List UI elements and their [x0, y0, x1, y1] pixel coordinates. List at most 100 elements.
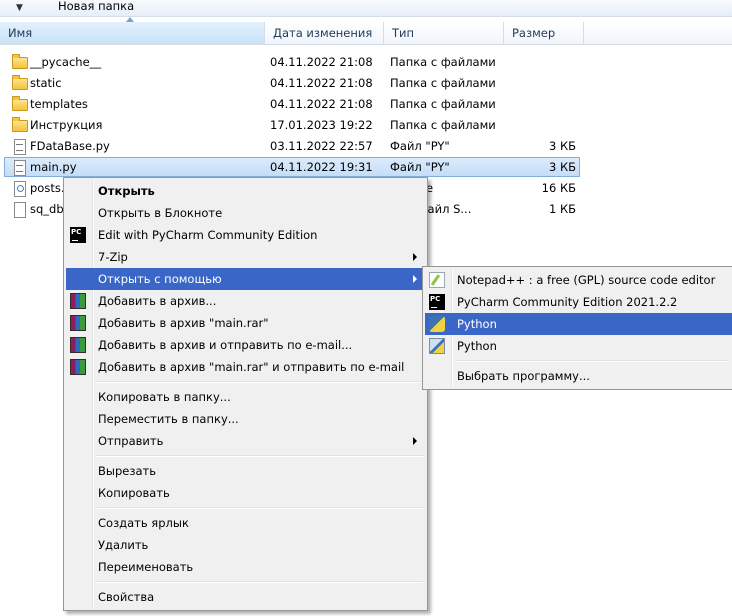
file-row-selected[interactable]: main.py 04.11.2022 19:31 Файл "PY" 3 КБ: [4, 157, 580, 177]
file-date: 17.01.2023 19:22: [270, 118, 373, 132]
menu-item-add-main-rar-email[interactable]: Добавить в архив "main.rar" и отправить …: [66, 356, 425, 378]
file-row[interactable]: templates 04.11.2022 21:08 Папка с файла…: [4, 94, 580, 114]
submenu-item-python[interactable]: Python: [425, 313, 732, 335]
menu-item-properties[interactable]: Свойства: [66, 586, 425, 608]
file-type: Папка с файлами: [390, 97, 496, 111]
column-header-type[interactable]: Тип: [384, 22, 504, 44]
menu-item-label: Notepad++ : a free (GPL) source code edi…: [457, 273, 716, 287]
submenu-item-notepadpp[interactable]: Notepad++ : a free (GPL) source code edi…: [425, 269, 731, 291]
file-name: sq_db: [30, 202, 64, 216]
file-row[interactable]: static 04.11.2022 21:08 Папка с файлами: [4, 73, 580, 93]
menu-item-open[interactable]: Открыть: [66, 180, 425, 202]
file-name: __pycache__: [30, 55, 102, 69]
column-header-name[interactable]: Имя: [0, 22, 265, 44]
menu-item-label: Отправить: [98, 434, 164, 448]
menu-separator: [96, 581, 423, 583]
menu-item-copy-to-folder[interactable]: Копировать в папку...: [66, 386, 425, 408]
menu-item-label: Добавить в архив...: [98, 294, 217, 308]
menu-item-label: Python: [457, 317, 497, 331]
submenu-item-choose-program[interactable]: Выбрать программу...: [425, 365, 731, 387]
file-size: 1 КБ: [548, 202, 576, 216]
menu-separator: [96, 455, 423, 457]
file-date: 04.11.2022 21:08: [270, 76, 373, 90]
command-toolbar: ▼ Новая папка: [0, 0, 732, 17]
file-name: Инструкция: [30, 118, 103, 132]
sort-ascending-icon: [126, 17, 134, 22]
file-name: posts.: [30, 181, 65, 195]
file-type: Файл "PY": [390, 160, 450, 174]
menu-item-send-to[interactable]: Отправить: [66, 430, 425, 452]
menu-item-move-to-folder[interactable]: Переместить в папку...: [66, 408, 425, 430]
column-header-date[interactable]: Дата изменения: [265, 22, 384, 44]
notepadpp-icon: [429, 272, 445, 288]
context-menu: Открыть Открыть в Блокноте PC Edit with …: [63, 177, 428, 611]
submenu-arrow-icon: [413, 437, 417, 445]
menu-item-add-archive[interactable]: Добавить в архив...: [66, 290, 425, 312]
folder-icon: [12, 54, 28, 69]
file-date: 04.11.2022 19:31: [270, 160, 373, 174]
menu-item-rename[interactable]: Переименовать: [66, 556, 425, 578]
pycharm-icon: PC: [70, 227, 86, 243]
menu-item-label: Добавить в архив и отправить по e-mail..…: [98, 338, 353, 352]
menu-item-7zip[interactable]: 7-Zip: [66, 246, 425, 268]
new-folder-button[interactable]: Новая папка: [58, 0, 134, 12]
db-file-icon: [14, 181, 26, 197]
winrar-icon: [70, 359, 86, 375]
menu-item-open-notepad[interactable]: Открыть в Блокноте: [66, 202, 425, 224]
menu-separator: [96, 507, 423, 509]
open-with-submenu: Notepad++ : a free (GPL) source code edi…: [422, 266, 732, 390]
submenu-item-python-alt[interactable]: Python: [425, 335, 731, 357]
file-type: Папка с файлами: [390, 55, 496, 69]
menu-item-create-shortcut[interactable]: Создать ярлык: [66, 512, 425, 534]
menu-separator: [96, 381, 423, 383]
file-name: main.py: [30, 160, 77, 174]
file-size: 16 КБ: [541, 181, 576, 195]
file-type: Файл "PY": [390, 139, 450, 153]
file-name: templates: [30, 97, 88, 111]
folder-icon: [12, 96, 28, 111]
file-name: static: [30, 76, 62, 90]
py-file-icon: [14, 139, 26, 155]
winrar-icon: [70, 293, 86, 309]
python-icon: [429, 316, 445, 332]
submenu-arrow-icon: [413, 253, 417, 261]
file-row[interactable]: Инструкция 17.01.2023 19:22 Папка с файл…: [4, 115, 580, 135]
menu-separator: [455, 360, 729, 362]
file-size: 3 КБ: [548, 139, 576, 153]
submenu-arrow-icon: [413, 275, 417, 283]
file-date: 04.11.2022 21:08: [270, 55, 373, 69]
file-row[interactable]: FDataBase.py 03.11.2022 22:57 Файл "PY" …: [4, 136, 580, 156]
menu-item-copy[interactable]: Копировать: [66, 482, 425, 504]
blank-file-icon: [14, 202, 26, 218]
menu-item-edit-pycharm[interactable]: PC Edit with PyCharm Community Edition: [66, 224, 425, 246]
folder-icon: [12, 75, 28, 90]
menu-item-label: Добавить в архив "main.rar": [98, 316, 269, 330]
menu-item-open-with[interactable]: Открыть с помощью: [66, 268, 425, 290]
column-header-size[interactable]: Размер: [504, 22, 584, 44]
file-type: Папка с файлами: [390, 76, 496, 90]
file-row[interactable]: __pycache__ 04.11.2022 21:08 Папка с фай…: [4, 52, 580, 72]
menu-item-label: Открыть с помощью: [98, 272, 222, 286]
menu-item-cut[interactable]: Вырезать: [66, 460, 425, 482]
menu-item-add-main-rar[interactable]: Добавить в архив "main.rar": [66, 312, 425, 334]
menu-item-delete[interactable]: Удалить: [66, 534, 425, 556]
menu-item-add-archive-email[interactable]: Добавить в архив и отправить по e-mail..…: [66, 334, 425, 356]
folder-icon: [12, 117, 28, 132]
menu-item-label: PyCharm Community Edition 2021.2.2: [457, 295, 678, 309]
python-icon: [429, 338, 445, 354]
py-file-icon: [14, 160, 26, 176]
menu-item-label: Python: [457, 339, 497, 353]
menu-item-label: 7-Zip: [98, 250, 128, 264]
organize-dropdown-icon[interactable]: ▼: [0, 0, 23, 14]
menu-item-label: Edit with PyCharm Community Edition: [98, 228, 318, 242]
file-name: FDataBase.py: [30, 139, 110, 153]
organize-caret: ▼: [16, 3, 23, 13]
file-date: 04.11.2022 21:08: [270, 97, 373, 111]
menu-item-label: Добавить в архив "main.rar" и отправить …: [98, 360, 405, 374]
winrar-icon: [70, 337, 86, 353]
file-type: Папка с файлами: [390, 118, 496, 132]
file-size: 3 КБ: [548, 160, 576, 174]
submenu-item-pycharm[interactable]: PC PyCharm Community Edition 2021.2.2: [425, 291, 731, 313]
pycharm-icon: PC: [429, 294, 445, 310]
file-date: 03.11.2022 22:57: [270, 139, 373, 153]
